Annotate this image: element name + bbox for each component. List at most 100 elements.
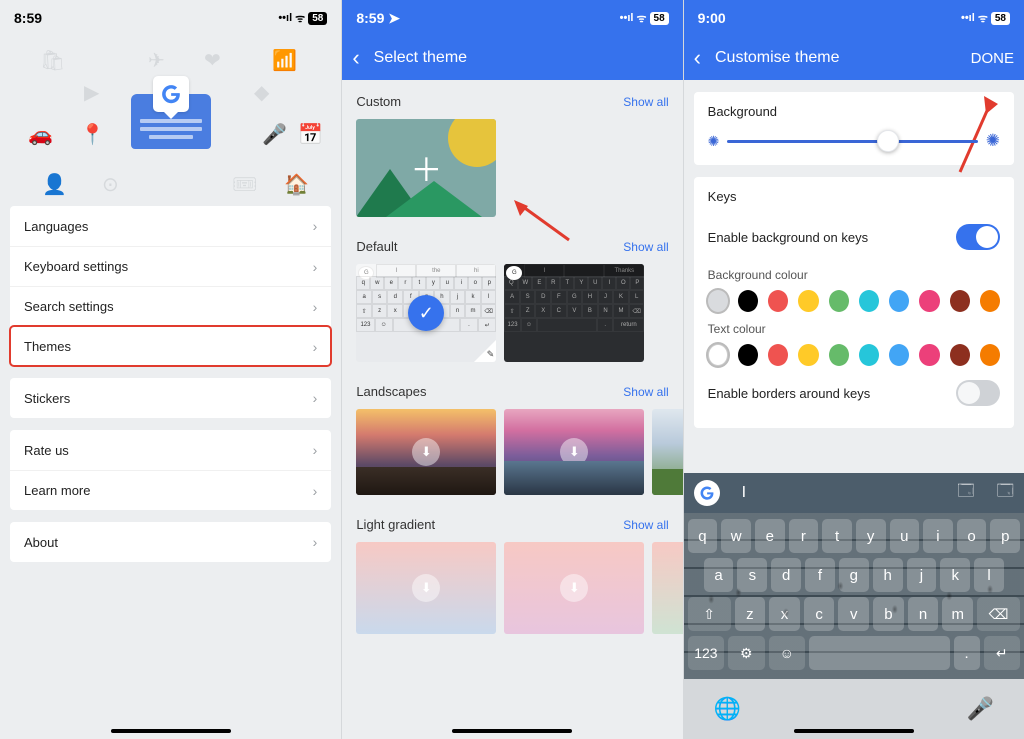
key[interactable]: p bbox=[990, 519, 1020, 553]
brightness-low-icon: ✺ bbox=[708, 133, 720, 150]
colour-swatch[interactable] bbox=[829, 344, 849, 366]
slider-knob[interactable] bbox=[877, 130, 899, 152]
key[interactable]: l bbox=[974, 558, 1004, 592]
colour-swatch[interactable] bbox=[768, 290, 788, 312]
colour-swatch[interactable] bbox=[768, 344, 788, 366]
chevron-right-icon: › bbox=[313, 339, 318, 355]
back-button[interactable]: ‹ bbox=[694, 45, 701, 71]
colour-swatch[interactable] bbox=[950, 344, 970, 366]
translate-icon[interactable]: 🗔 bbox=[957, 480, 974, 507]
home-indicator bbox=[794, 729, 914, 733]
colour-swatch[interactable] bbox=[708, 344, 728, 366]
colour-swatch[interactable] bbox=[980, 344, 1000, 366]
back-button[interactable]: ‹ bbox=[352, 45, 359, 71]
show-all-custom[interactable]: Show all bbox=[623, 95, 668, 109]
theme-landscape-2[interactable]: ⬇ bbox=[504, 409, 644, 495]
colour-swatch[interactable] bbox=[738, 344, 758, 366]
key[interactable]: ↵ bbox=[984, 636, 1020, 670]
colour-swatch[interactable] bbox=[919, 290, 939, 312]
theme-gradient-3[interactable] bbox=[652, 542, 682, 634]
globe-icon[interactable]: 🌐 bbox=[714, 696, 741, 722]
key[interactable]: j bbox=[907, 558, 937, 592]
panel-customise-theme: 9:00 ••ıl ᯤ 58 ‹ Customise theme DONE Ba… bbox=[683, 0, 1024, 739]
show-all-landscapes[interactable]: Show all bbox=[623, 385, 668, 399]
key[interactable]: ⚙ bbox=[728, 636, 764, 670]
key[interactable]: o bbox=[957, 519, 987, 553]
colour-swatch[interactable] bbox=[798, 344, 818, 366]
key[interactable]: d bbox=[771, 558, 801, 592]
colour-swatch[interactable] bbox=[950, 290, 970, 312]
key[interactable]: u bbox=[890, 519, 920, 553]
mic-icon[interactable]: 🎤 bbox=[967, 696, 994, 722]
colour-swatch[interactable] bbox=[859, 344, 879, 366]
key[interactable]: x bbox=[769, 597, 800, 631]
colour-swatch[interactable] bbox=[859, 290, 879, 312]
menu-item-search-settings[interactable]: Search settings › bbox=[10, 286, 331, 326]
search-icon[interactable]: 🗔 bbox=[997, 480, 1014, 507]
page-title: Select theme bbox=[374, 49, 467, 67]
menu-item-rate-us[interactable]: Rate us› bbox=[10, 430, 331, 470]
toggle-enable-bg-keys[interactable] bbox=[956, 224, 1000, 250]
menu-item-keyboard-settings[interactable]: Keyboard settings› bbox=[10, 246, 331, 286]
home-indicator bbox=[111, 729, 231, 733]
show-all-light-gradient[interactable]: Show all bbox=[623, 518, 668, 532]
colour-swatch[interactable] bbox=[708, 290, 728, 312]
show-all-default[interactable]: Show all bbox=[623, 240, 668, 254]
menu-item-stickers[interactable]: Stickers› bbox=[10, 378, 331, 418]
key[interactable]: k bbox=[940, 558, 970, 592]
colour-swatch[interactable] bbox=[889, 290, 909, 312]
key[interactable]: h bbox=[873, 558, 903, 592]
menu-item-learn-more[interactable]: Learn more› bbox=[10, 470, 331, 510]
edit-icon[interactable] bbox=[474, 340, 496, 362]
key[interactable]: b bbox=[873, 597, 904, 631]
wifi-icon: ᯤ bbox=[636, 11, 646, 26]
key[interactable]: ⌫ bbox=[977, 597, 1020, 631]
key[interactable]: ☺ bbox=[769, 636, 805, 670]
key[interactable]: . bbox=[954, 636, 980, 670]
key[interactable]: w bbox=[721, 519, 751, 553]
chevron-right-icon: › bbox=[313, 299, 318, 315]
colour-swatch[interactable] bbox=[889, 344, 909, 366]
key[interactable]: e bbox=[755, 519, 785, 553]
key[interactable]: q bbox=[688, 519, 718, 553]
key[interactable]: i bbox=[923, 519, 953, 553]
download-icon: ⬇ bbox=[560, 574, 588, 602]
colour-swatch[interactable] bbox=[738, 290, 758, 312]
theme-landscape-1[interactable]: ⬇ bbox=[356, 409, 496, 495]
background-slider[interactable] bbox=[727, 140, 977, 143]
key[interactable]: f bbox=[805, 558, 835, 592]
google-icon[interactable] bbox=[694, 480, 720, 506]
colour-swatch[interactable] bbox=[798, 290, 818, 312]
add-custom-theme[interactable]: ＋ bbox=[356, 119, 496, 217]
key[interactable]: c bbox=[804, 597, 835, 631]
key[interactable]: 123 bbox=[688, 636, 724, 670]
toggle-enable-borders[interactable] bbox=[956, 380, 1000, 406]
theme-gradient-1[interactable]: ⬇ bbox=[356, 542, 496, 634]
theme-gradient-2[interactable]: ⬇ bbox=[504, 542, 644, 634]
key[interactable]: a bbox=[704, 558, 734, 592]
done-button[interactable]: DONE bbox=[971, 50, 1014, 67]
theme-default-dark[interactable]: GIThanks QWERTYUIOP ASDFGHJKL ⇧ZXCVBNM⌫ … bbox=[504, 264, 644, 362]
theme-default-light[interactable]: GIthehi qwertyuiop asdfghjkl ⇧zxcvbnm⌫ 1… bbox=[356, 264, 496, 362]
key[interactable]: y bbox=[856, 519, 886, 553]
suggestion[interactable]: I bbox=[742, 484, 746, 502]
colour-swatch[interactable] bbox=[829, 290, 849, 312]
menu-label: Search settings bbox=[24, 299, 114, 314]
menu-item-languages[interactable]: Languages› bbox=[10, 206, 331, 246]
key[interactable] bbox=[809, 636, 950, 670]
theme-landscape-3[interactable] bbox=[652, 409, 682, 495]
key[interactable]: t bbox=[822, 519, 852, 553]
colour-swatch[interactable] bbox=[980, 290, 1000, 312]
key[interactable]: g bbox=[839, 558, 869, 592]
key[interactable]: z bbox=[735, 597, 766, 631]
signal-icon: ••ıl bbox=[278, 12, 292, 24]
key[interactable]: s bbox=[737, 558, 767, 592]
menu-item-about[interactable]: About› bbox=[10, 522, 331, 562]
key[interactable]: r bbox=[789, 519, 819, 553]
colour-swatch[interactable] bbox=[919, 344, 939, 366]
key[interactable]: v bbox=[838, 597, 869, 631]
key[interactable]: n bbox=[908, 597, 939, 631]
key[interactable]: m bbox=[942, 597, 973, 631]
menu-item-themes[interactable]: Themes› bbox=[10, 326, 331, 366]
key[interactable]: ⇧ bbox=[688, 597, 731, 631]
